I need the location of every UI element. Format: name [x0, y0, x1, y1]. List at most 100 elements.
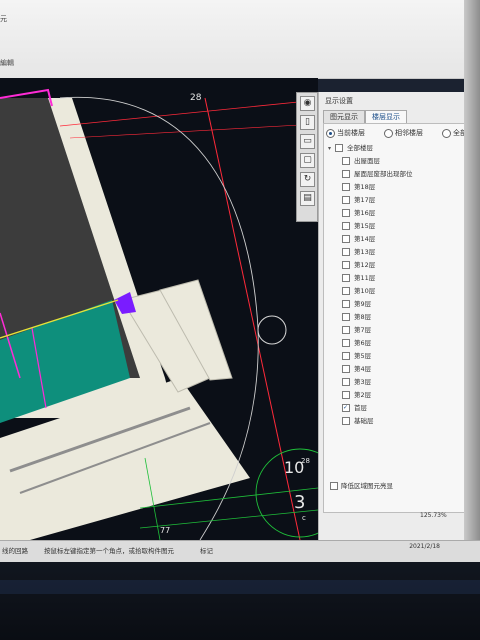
floor-item[interactable]: 第5层: [328, 350, 462, 363]
floor-item[interactable]: 出屋面层: [328, 155, 462, 168]
floor-item[interactable]: 首层: [328, 401, 462, 415]
floor-label: 第18层: [354, 183, 376, 191]
floor-item[interactable]: 第6层: [328, 337, 462, 350]
floor-item[interactable]: 第15层: [328, 220, 462, 233]
checkbox[interactable]: [342, 391, 350, 399]
page-icon[interactable]: ▯: [300, 115, 315, 130]
floor-item[interactable]: 第11层: [328, 272, 462, 285]
monitor-led-strip: [0, 580, 480, 594]
pan-icon[interactable]: ▢: [300, 153, 315, 168]
checkbox[interactable]: [342, 235, 350, 243]
floor-label: 第6层: [354, 339, 372, 347]
orbit-icon[interactable]: ◉: [300, 96, 315, 111]
floor-item[interactable]: 第16层: [328, 207, 462, 220]
floor-label: 第12层: [354, 261, 376, 269]
radio-button[interactable]: [384, 128, 393, 138]
panel-title: 显示设置: [325, 97, 353, 105]
floor-label: 第16层: [354, 209, 376, 217]
monitor-bezel-right: [464, 0, 480, 562]
floor-label: 第15层: [354, 222, 376, 230]
floor-display-body: 当前楼层 相邻楼层 全部楼层 ▾ 全部楼层 出屋面层屋面层废部出现部位第18层第1…: [323, 123, 467, 513]
checkbox[interactable]: [342, 157, 350, 165]
collapse-icon[interactable]: ▾: [328, 142, 335, 155]
axis-label-77: 77: [160, 526, 170, 535]
floor-item[interactable]: 第18层: [328, 181, 462, 194]
app-ribbon: 元 編輯: [0, 0, 480, 79]
floor-item[interactable]: 第3层: [328, 376, 462, 389]
radio-current-floor[interactable]: 当前楼层: [326, 128, 365, 138]
checkbox[interactable]: [342, 274, 350, 282]
checkbox[interactable]: [342, 326, 350, 334]
axis-label-c: c: [302, 514, 306, 522]
floor-item[interactable]: 第14层: [328, 233, 462, 246]
radio-adjacent-floor[interactable]: 相邻楼层: [384, 128, 423, 138]
floor-item[interactable]: 第8层: [328, 311, 462, 324]
floor-label: 第11层: [354, 274, 376, 282]
checkbox[interactable]: [342, 300, 350, 308]
floor-label: 第14层: [354, 235, 376, 243]
axis-label-3: 3: [294, 492, 305, 513]
floor-label: 第2层: [354, 391, 372, 399]
floor-label: 第17层: [354, 196, 376, 204]
checkbox[interactable]: [342, 209, 350, 217]
floor-item[interactable]: 第13层: [328, 246, 462, 259]
floor-item[interactable]: 屋面层废部出现部位: [328, 168, 462, 181]
floor-item[interactable]: 第7层: [328, 324, 462, 337]
radio-button[interactable]: [326, 128, 335, 138]
floor-label: 首层: [354, 404, 367, 412]
floor-item[interactable]: 第9层: [328, 298, 462, 311]
checkbox[interactable]: [335, 144, 343, 152]
checkbox[interactable]: [342, 261, 350, 269]
floor-label: 屋面层废部出现部位: [354, 170, 413, 178]
red-axis-2: [59, 99, 318, 127]
status-date: 2021/2/18: [409, 543, 440, 550]
checkbox[interactable]: [330, 482, 338, 490]
checkbox[interactable]: [342, 248, 350, 256]
status-hint: 按鼠标左键指定第一个角点，或拾取构件图元: [44, 547, 174, 555]
status-mode: 线的回路: [2, 547, 28, 555]
white-circle: [257, 315, 287, 345]
floor-label: 第4层: [354, 365, 372, 373]
ribbon-text-2[interactable]: 編輯: [0, 58, 14, 68]
floor-item[interactable]: 第10层: [328, 285, 462, 298]
dim-non-area-option[interactable]: 降低区域图元亮显: [330, 480, 393, 490]
tree-label: 全部楼层: [347, 144, 373, 152]
tab-element-display[interactable]: 图元显示: [323, 110, 365, 124]
checkbox[interactable]: [342, 183, 350, 191]
floor-item[interactable]: 第17层: [328, 194, 462, 207]
floor-item[interactable]: 第4层: [328, 363, 462, 376]
floor-label: 第13层: [354, 248, 376, 256]
checkbox[interactable]: [342, 196, 350, 204]
zoom-icon[interactable]: ▭: [300, 134, 315, 149]
tree-root-all-floors[interactable]: ▾ 全部楼层: [328, 142, 462, 155]
radio-button[interactable]: [442, 128, 451, 138]
checkbox[interactable]: [342, 352, 350, 360]
checkbox[interactable]: [342, 313, 350, 321]
tab-floor-display[interactable]: 楼层显示: [365, 110, 407, 124]
ribbon-text-1: 元: [0, 15, 7, 23]
status-bar: 线的回路 按鼠标左键指定第一个角点，或拾取构件图元 标记 2021/2/18: [0, 540, 480, 563]
status-middle: 标记: [200, 547, 213, 555]
checkbox[interactable]: [342, 287, 350, 295]
grid-icon[interactable]: ▤: [300, 191, 315, 206]
checkbox[interactable]: [342, 170, 350, 178]
floor-item[interactable]: 基础层: [328, 415, 462, 428]
checkbox[interactable]: [342, 222, 350, 230]
checkbox[interactable]: [342, 339, 350, 347]
floor-item[interactable]: 第12层: [328, 259, 462, 272]
option-label: 降低区域图元亮显: [341, 482, 393, 490]
checkbox[interactable]: [342, 378, 350, 386]
rotate-icon[interactable]: ↻: [300, 172, 315, 187]
checkbox[interactable]: [342, 365, 350, 373]
screen-photo: 元 編輯 28 10 28 3 c 77 ◉ ▯ ▭ ▢ ↻ ▤ 显示设置 图元…: [0, 0, 480, 640]
drawing-canvas[interactable]: 28 10 28 3 c 77: [0, 78, 318, 540]
floor-item[interactable]: 第2层: [328, 389, 462, 402]
view-nav-toolbar: ◉ ▯ ▭ ▢ ↻ ▤: [296, 92, 318, 222]
monitor-frame: [0, 562, 480, 640]
floor-list: 出屋面层屋面层废部出现部位 第18层第17层第16层第15层第14层第13层第12…: [328, 155, 462, 428]
checkbox[interactable]: [342, 417, 350, 425]
red-axis-3: [69, 123, 318, 139]
checkbox[interactable]: [342, 401, 350, 414]
display-settings-panel: 显示设置 图元显示 楼层显示 当前楼层 相邻楼层 全部楼层 ▾ 全部楼层 出屋面层…: [318, 92, 467, 540]
floor-label: 基础层: [354, 417, 374, 425]
